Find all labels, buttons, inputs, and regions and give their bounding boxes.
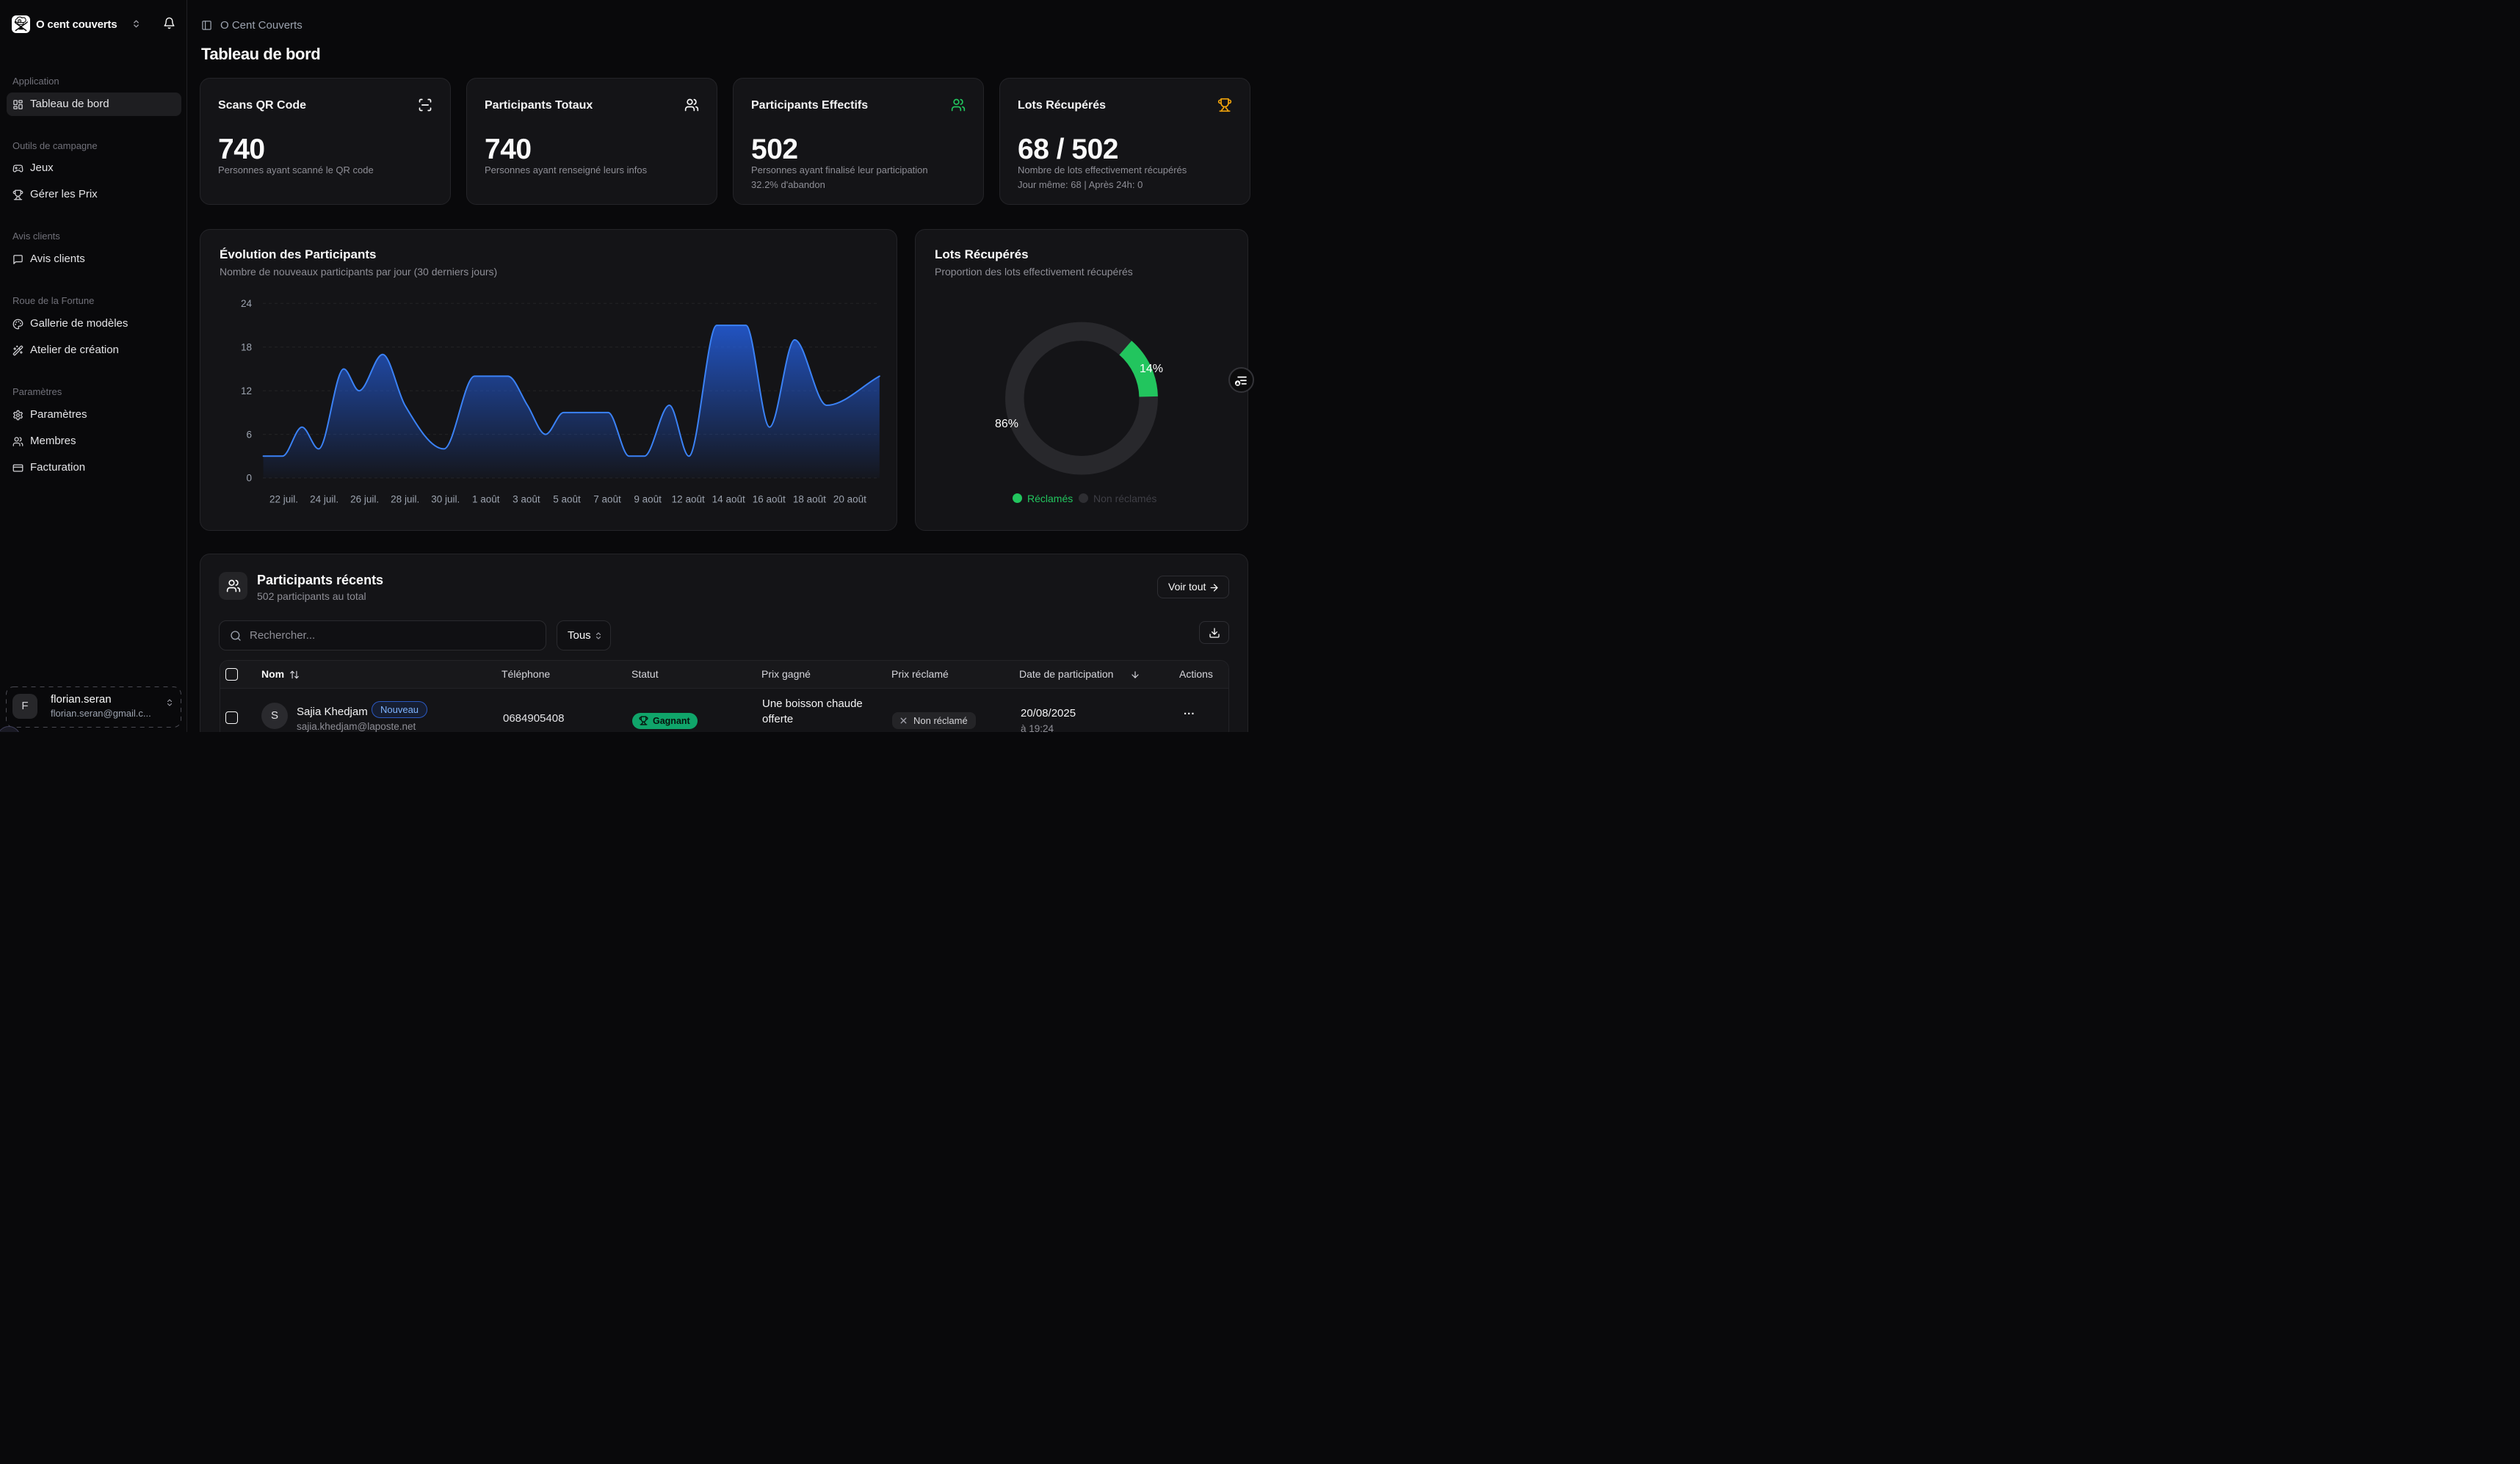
svg-text:1 août: 1 août: [472, 494, 500, 505]
svg-text:26 juil.: 26 juil.: [350, 494, 379, 505]
svg-text:24: 24: [241, 298, 253, 309]
svg-text:22 juil.: 22 juil.: [269, 494, 298, 505]
svg-text:20 août: 20 août: [833, 494, 866, 505]
svg-text:18 août: 18 août: [793, 494, 826, 505]
svg-text:5 août: 5 août: [553, 494, 581, 505]
svg-text:12: 12: [241, 385, 252, 396]
svg-text:3 août: 3 août: [513, 494, 540, 505]
svg-text:18: 18: [241, 341, 252, 352]
svg-text:28 juil.: 28 juil.: [391, 494, 419, 505]
svg-text:12 août: 12 août: [672, 494, 705, 505]
svg-text:30 juil.: 30 juil.: [431, 494, 460, 505]
svg-text:7 août: 7 août: [593, 494, 621, 505]
svg-text:24 juil.: 24 juil.: [310, 494, 338, 505]
svg-text:16 août: 16 août: [753, 494, 786, 505]
svg-text:6: 6: [246, 429, 252, 440]
svg-text:14 août: 14 août: [712, 494, 745, 505]
svg-text:0: 0: [246, 473, 252, 484]
svg-text:9 août: 9 août: [634, 494, 662, 505]
